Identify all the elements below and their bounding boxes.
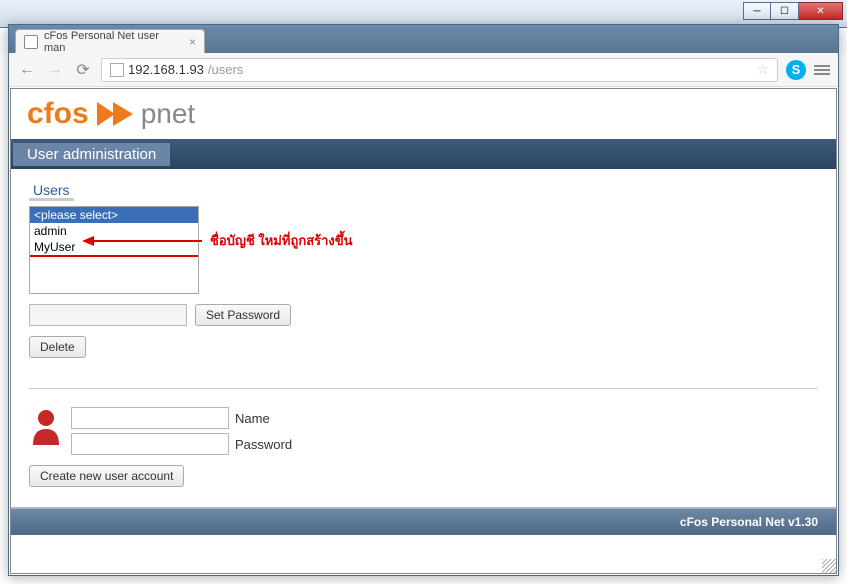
tab-close-icon[interactable]: ×	[189, 35, 196, 49]
new-password-input[interactable]	[71, 433, 229, 455]
password-input[interactable]	[29, 304, 187, 326]
password-label: Password	[235, 437, 292, 452]
new-name-input[interactable]	[71, 407, 229, 429]
back-button[interactable]: ←	[17, 61, 37, 79]
resize-grip-icon[interactable]	[822, 559, 836, 573]
users-fieldset: <please select> admin MyUser Set Passwor…	[29, 194, 818, 370]
chrome-menu-icon[interactable]	[814, 65, 830, 75]
person-icon	[29, 407, 63, 445]
address-bar[interactable]: 192.168.1.93/users ☆	[101, 58, 778, 82]
url-path: /users	[208, 62, 243, 77]
bookmark-star-icon[interactable]: ☆	[756, 61, 769, 78]
window-minimize-button[interactable]: ─	[743, 2, 771, 20]
user-option-placeholder[interactable]: <please select>	[30, 207, 198, 223]
chrome-tab-active[interactable]: cFos Personal Net user man ×	[15, 29, 205, 53]
set-password-button[interactable]: Set Password	[195, 304, 291, 326]
url-host: 192.168.1.93	[128, 62, 204, 77]
window-close-button[interactable]: ✕	[799, 2, 843, 20]
user-option-admin[interactable]: admin	[30, 223, 198, 239]
create-user-section: Name Password	[29, 407, 818, 459]
create-user-button[interactable]: Create new user account	[29, 465, 184, 487]
delete-button[interactable]: Delete	[29, 336, 86, 358]
chrome-browser-window: cFos Personal Net user man × ← → ⟳ 192.1…	[8, 24, 839, 576]
page-title: User administration	[13, 143, 170, 166]
site-info-icon[interactable]	[110, 63, 124, 77]
header-bar: User administration	[11, 139, 836, 169]
logo-arrow-icon	[95, 100, 135, 128]
chrome-tab-title: cFos Personal Net user man	[44, 30, 183, 54]
forward-button[interactable]: →	[45, 61, 65, 79]
name-label: Name	[235, 411, 270, 426]
reload-button[interactable]: ⟳	[73, 60, 93, 80]
section-divider	[29, 388, 818, 389]
logo-text-cfos: cfos	[27, 97, 89, 131]
page-content: cfos pnet User administration Users <ple…	[10, 88, 837, 574]
footer-version: cFos Personal Net v1.30	[11, 507, 836, 535]
user-option-myuser[interactable]: MyUser	[30, 239, 198, 257]
logo-text-pnet: pnet	[141, 98, 196, 130]
page-favicon-icon	[24, 35, 38, 49]
user-select-list[interactable]: <please select> admin MyUser	[29, 206, 199, 294]
logo: cfos pnet	[11, 89, 836, 139]
window-maximize-button[interactable]: ☐	[771, 2, 799, 20]
skype-extension-icon[interactable]: S	[786, 60, 806, 80]
users-legend: Users	[29, 182, 74, 201]
chrome-tab-strip: cFos Personal Net user man ×	[9, 25, 838, 53]
chrome-toolbar: ← → ⟳ 192.168.1.93/users ☆ S	[9, 53, 838, 87]
